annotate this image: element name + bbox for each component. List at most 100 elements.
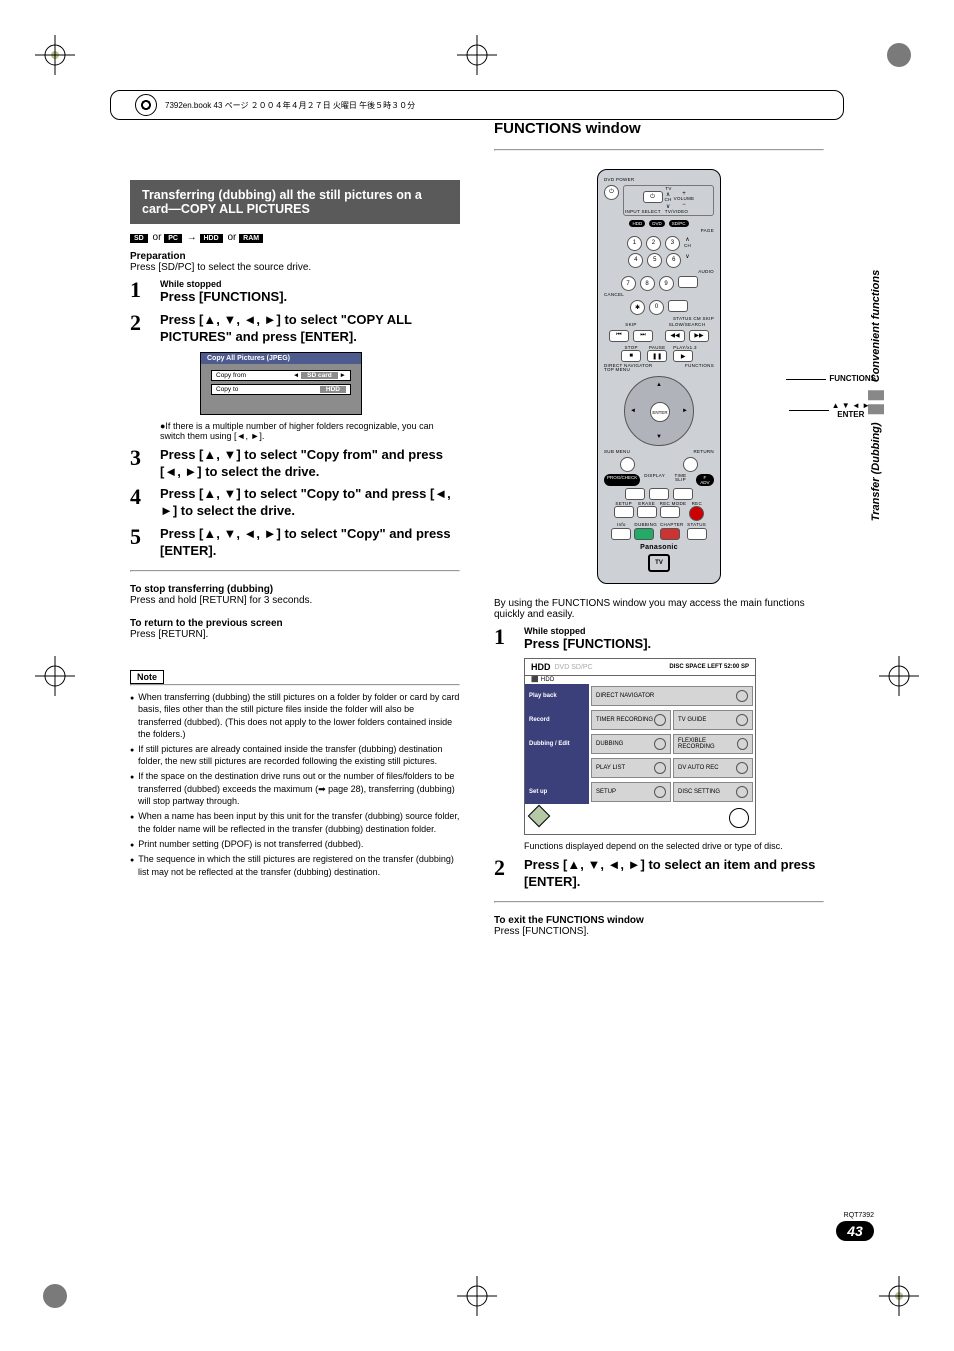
drive-sdpc-button: SD/PC (669, 220, 689, 227)
page-label: PAGE (604, 229, 714, 234)
doc-code: RQT7392 (836, 1212, 874, 1219)
label-dvd-power: DVD POWER (604, 178, 714, 183)
page-number: 43 (836, 1221, 874, 1241)
rec-button (689, 506, 704, 521)
audio-button (678, 276, 698, 288)
crop-mark (35, 1276, 75, 1316)
step-number: 4 (130, 486, 148, 520)
return-label: RETURN (693, 450, 714, 455)
right-step-1: 1 While stopped Press [FUNCTIONS]. HDD D… (494, 626, 824, 852)
note-label: Note (130, 670, 164, 684)
intro-text: By using the FUNCTIONS window you may ac… (494, 598, 824, 620)
time-slip-label: TIME SLIP (669, 474, 692, 486)
dubbing-button-remote (634, 528, 654, 540)
copy-to-label: Copy to (216, 386, 238, 393)
pause-button: ❚❚ (647, 350, 667, 362)
copy-to-value: HDD (320, 386, 346, 393)
ch-up-2: ∧CH (684, 236, 691, 251)
row-setup-lbl: Set up (525, 780, 589, 804)
source-dest-badges: SD or PC → HDD or RAM (130, 232, 460, 243)
cell-dv-auto-rec: DV AUTO REC (673, 758, 753, 778)
callout-functions: FUNCTIONS (829, 374, 876, 383)
crop-mark (879, 1276, 919, 1316)
ff-button: ▶▶ (689, 330, 709, 342)
crop-mark (879, 35, 919, 75)
remote-control-diagram: DVD POWER ⏻ TV ⏻ ∧CH∨ +VOLUME− INPUT SEL… (597, 169, 721, 584)
num-1-button: 1 (627, 236, 642, 251)
crop-mark (457, 35, 497, 75)
num-2-button: 2 (646, 236, 661, 251)
note-item: When a name has been input by this unit … (130, 810, 460, 835)
cell-setup: SETUP (591, 782, 671, 802)
crop-mark (457, 1276, 497, 1316)
exit-heading: To exit the FUNCTIONS window (494, 915, 824, 926)
copy-from-value: SD card (301, 372, 338, 379)
flex-rec-icon (737, 738, 748, 750)
functions-window-diagram: HDD DVD SD/PC DISC SPACE LEFT 52:00 SP ⬛… (524, 658, 756, 835)
cell-dubbing: DUBBING (591, 734, 671, 754)
step-instruction: Press [▲, ▼] to select "Copy to" and pre… (160, 486, 460, 520)
return-text: Press [RETURN]. (130, 629, 460, 640)
cancel-label: CANCEL (604, 293, 714, 298)
side-tab-label-2: Convenient functions (870, 270, 882, 382)
tv-logo-icon: TV (648, 554, 670, 572)
diamond-icon (528, 805, 551, 828)
status-label: STATUS (687, 523, 707, 528)
disc-icon (729, 808, 749, 828)
step-instruction: Press [▲, ▼] to select "Copy from" and p… (160, 447, 460, 481)
generic-icon (736, 690, 748, 702)
crop-mark (35, 656, 75, 696)
brand-label: Panasonic (604, 544, 714, 551)
slow-label: SLOW/SEARCH (660, 323, 714, 328)
dpad-left: ◄ (630, 408, 636, 414)
tv-video-label: TV/VIDEO (665, 210, 688, 215)
small-btn-2 (649, 488, 669, 500)
num-5-button: 5 (647, 253, 662, 268)
dpad: ▲ ▼ ◄ ► ENTER (624, 376, 694, 446)
hdr-other-drives: DVD SD/PC (555, 664, 593, 671)
info-label: Info (611, 523, 631, 528)
info-button (611, 528, 631, 540)
arrow-icon: → (187, 232, 197, 243)
copy-from-label: Copy from (216, 372, 246, 379)
dv-icon (736, 762, 748, 774)
stop-dubbing-heading: To stop transferring (dubbing) (130, 584, 460, 595)
cell-tv-guide: TV GUIDE (673, 710, 753, 730)
row-dubbing-lbl-2 (525, 756, 589, 780)
dubbing-label: DUBBING (634, 523, 657, 528)
badge-ram: RAM (239, 234, 263, 243)
status-cmskip-label: STATUS CM SKIP (604, 317, 714, 322)
step-condition: While stopped (160, 279, 460, 289)
callout-enter-text: ▲ ▼ ◄ ► ENTER (832, 401, 870, 419)
badge-or: or (153, 232, 162, 243)
notes-list: When transferring (dubbing) the still pi… (130, 691, 460, 878)
top-meta-strip: 7392en.book 43 ページ ２００４年４月２７日 火曜日 午後５時３０… (110, 90, 844, 120)
chapter-label: CHAPTER (660, 523, 684, 528)
drive-hdd-button: HDD (629, 220, 645, 227)
functions-caption: Functions displayed depend on the select… (524, 841, 824, 851)
clock-icon (654, 714, 666, 726)
right-step-2: 2 Press [▲, ▼, ◄, ►] to select an item a… (494, 857, 824, 891)
step-number: 3 (130, 447, 148, 481)
dpad-down: ▼ (656, 434, 662, 440)
row-record-lbl: Record (525, 708, 589, 732)
note-item: If still pictures are already contained … (130, 743, 460, 768)
num-3-button: 3 (665, 236, 680, 251)
enter-button: ENTER (650, 402, 670, 422)
step-number: 1 (130, 279, 148, 306)
hdr-disc-space: DISC SPACE LEFT 52:00 SP (669, 664, 749, 670)
dialog-header: Copy All Pictures (JPEG) (201, 353, 361, 364)
setup-label: SETUP (614, 502, 634, 507)
callout-enter: ▲ ▼ ◄ ► ENTER (832, 401, 870, 419)
section-header-bar: Transferring (dubbing) all the still pic… (130, 180, 460, 224)
crop-mark (35, 35, 75, 75)
num-9-button: 9 (659, 276, 674, 291)
step-instruction: Press [FUNCTIONS]. (160, 289, 460, 306)
note-item: Print number setting (DPOF) is not trans… (130, 838, 460, 850)
step-2-note: ●If there is a multiple number of higher… (160, 421, 460, 441)
num-4-button: 4 (628, 253, 643, 268)
badge-sd: SD (130, 234, 148, 243)
return-heading: To return to the previous screen (130, 618, 460, 629)
num-7-button: 7 (621, 276, 636, 291)
copy-all-pictures-dialog: Copy All Pictures (JPEG) Copy from ◄ SD … (200, 352, 362, 415)
